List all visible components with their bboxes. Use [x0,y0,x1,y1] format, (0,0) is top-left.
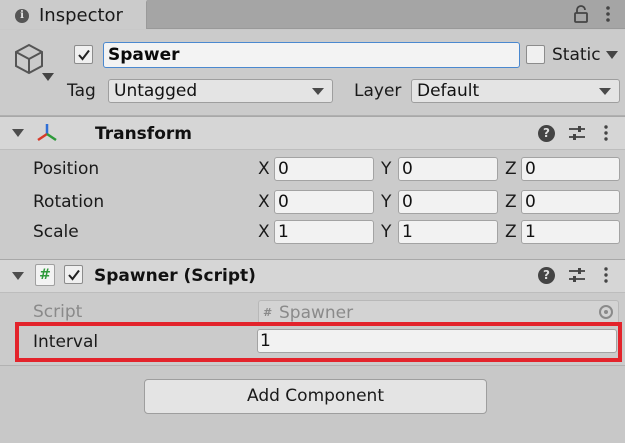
highlight-box [15,322,622,362]
help-icon[interactable]: ? [538,267,555,284]
tab-inspector[interactable]: i Inspector [0,0,147,29]
static-checkbox[interactable] [526,45,545,64]
kebab-menu-icon[interactable] [602,124,610,142]
layer-label: Layer [354,81,402,101]
tag-value: Untagged [114,81,198,101]
axis-z-label[interactable]: Z [505,159,517,179]
presets-sliders-icon[interactable] [568,125,586,141]
lock-icon[interactable] [573,5,589,23]
layer-dropdown[interactable]: Default [411,79,620,103]
spawner-title: Spawner (Script) [94,266,256,286]
axis-x-label[interactable]: X [258,222,270,242]
tag-label: Tag [67,81,96,101]
tag-dropdown[interactable]: Untagged [108,79,333,103]
transform-axes-icon [37,124,57,142]
kebab-menu-icon[interactable] [602,266,610,284]
transform-foldout-icon[interactable] [12,129,24,137]
axis-y-label[interactable]: Y [381,222,391,242]
scale-y-field[interactable]: 1 [398,220,498,244]
checkmark-icon [68,269,80,281]
object-picker-icon[interactable] [599,305,613,319]
rotation-y-field[interactable]: 0 [398,190,498,214]
axis-y-label[interactable]: Y [381,159,391,179]
gameobject-cube-icon[interactable] [12,42,46,76]
add-component-button[interactable]: Add Component [144,379,487,414]
script-file-icon: # [263,306,273,319]
spawner-foldout-icon[interactable] [12,272,24,280]
axis-y-label[interactable]: Y [381,192,391,212]
layer-value: Default [417,81,480,101]
axis-z-label[interactable]: Z [505,222,517,242]
kebab-menu-icon[interactable] [604,4,612,24]
active-checkbox[interactable] [74,45,93,64]
position-z-field[interactable]: 0 [521,157,620,181]
checkmark-icon [78,49,90,61]
scale-label: Scale [33,222,79,242]
icon-dropdown-arrow-icon[interactable] [42,73,54,81]
rotation-z-field[interactable]: 0 [521,190,620,214]
axis-z-label[interactable]: Z [505,192,517,212]
axis-x-label[interactable]: X [258,192,270,212]
transform-header[interactable] [0,116,625,150]
transform-title: Transform [95,124,192,144]
rotation-x-field[interactable]: 0 [274,190,374,214]
position-x-field[interactable]: 0 [274,157,374,181]
script-value: Spawner [279,303,354,323]
info-icon: i [15,9,29,23]
presets-sliders-icon[interactable] [568,267,586,283]
chevron-down-icon [599,88,611,95]
script-hash-icon: # [35,264,55,286]
scale-x-field[interactable]: 1 [274,220,374,244]
script-object-field[interactable]: # Spawner [258,300,619,324]
position-y-field[interactable]: 0 [398,157,498,181]
rotation-label: Rotation [33,192,105,212]
chevron-down-icon [312,88,324,95]
spawner-enabled-checkbox[interactable] [64,265,83,284]
object-name-input[interactable]: Spawer [103,42,520,68]
tab-title: Inspector [39,5,123,26]
axis-x-label[interactable]: X [258,159,270,179]
static-label: Static [552,45,601,65]
position-label: Position [33,159,100,179]
script-label: Script [33,302,83,322]
static-dropdown-arrow-icon[interactable] [606,51,618,59]
scale-z-field[interactable]: 1 [521,220,620,244]
help-icon[interactable]: ? [538,125,555,142]
